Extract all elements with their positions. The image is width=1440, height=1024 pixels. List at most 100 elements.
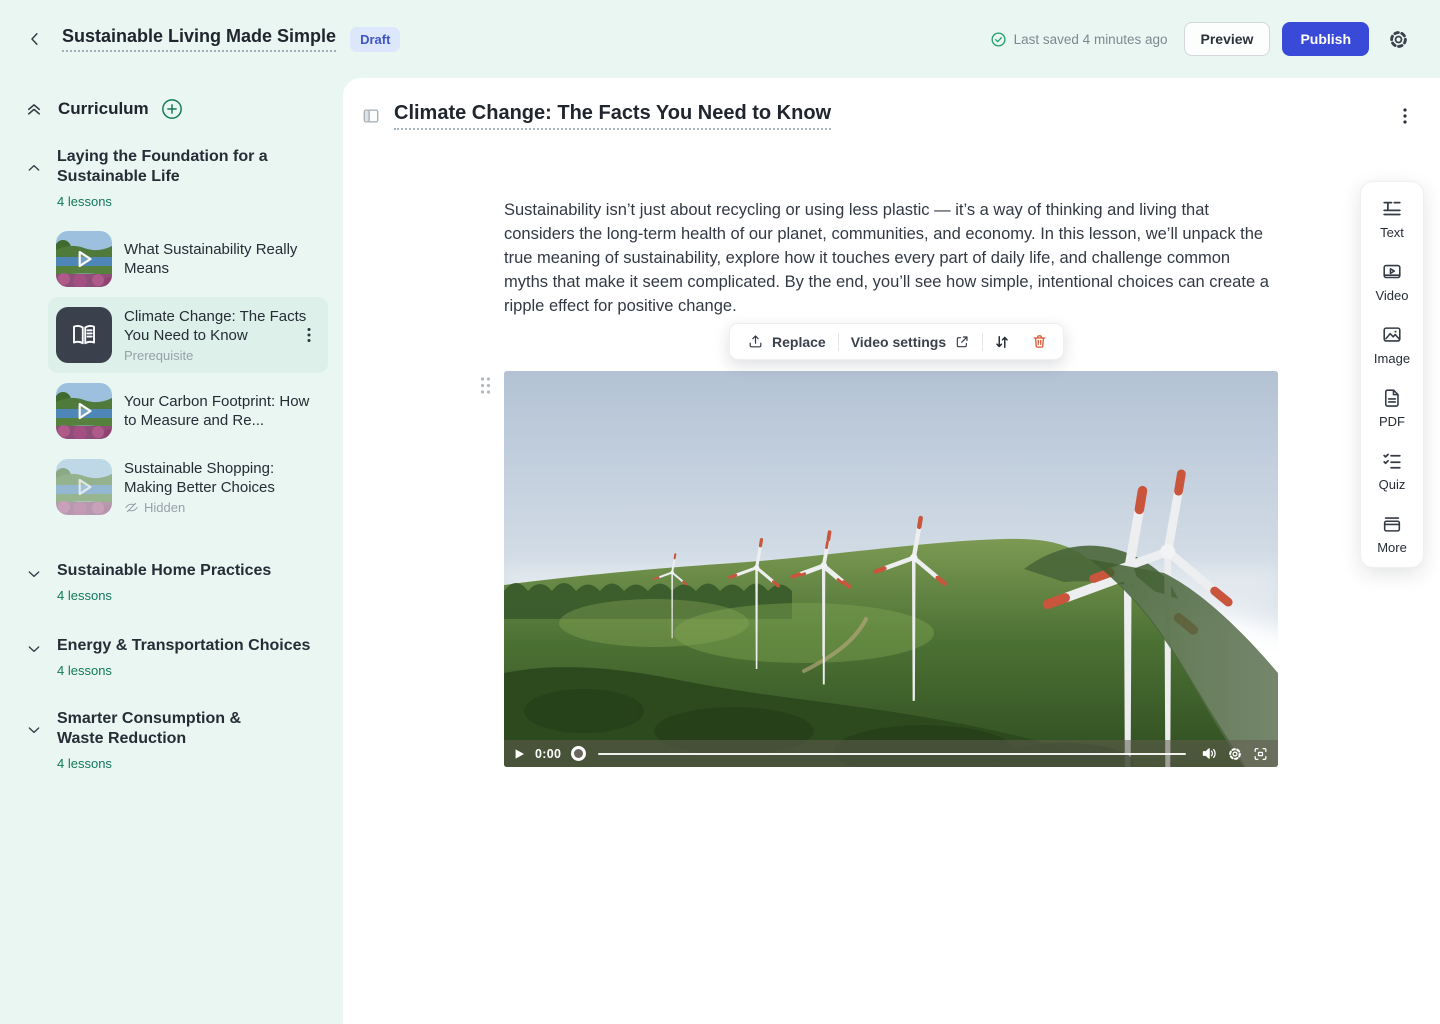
video-controls: 0:00 — [504, 740, 1278, 767]
delete-block-button[interactable] — [1021, 324, 1058, 359]
expand-section-button[interactable] — [24, 639, 44, 659]
add-video-block-button[interactable]: Video — [1375, 261, 1408, 303]
chevron-up-icon — [26, 160, 42, 176]
lesson-item-hidden[interactable]: Sustainable Shopping: Making Better Choi… — [48, 449, 328, 525]
eye-off-icon — [124, 500, 139, 515]
double-chevron-up-icon — [25, 100, 43, 118]
scrubber-handle[interactable] — [570, 745, 587, 762]
volume-button[interactable] — [1201, 746, 1218, 761]
add-text-block-button[interactable]: Text — [1380, 198, 1404, 240]
grip-dots-icon — [479, 376, 492, 395]
more-blocks-icon — [1381, 513, 1403, 535]
player-settings-button[interactable] — [1227, 746, 1243, 762]
play-icon — [513, 747, 526, 761]
lesson-thumbnail — [56, 459, 112, 515]
panel-left-icon — [361, 106, 381, 126]
lesson-page-title[interactable]: Climate Change: The Facts You Need to Kn… — [394, 102, 831, 130]
video-settings-button[interactable]: Video settings — [839, 324, 982, 359]
course-title[interactable]: Sustainable Living Made Simple — [62, 26, 336, 52]
current-time: 0:00 — [535, 747, 561, 761]
section-lesson-count: 4 lessons — [57, 663, 323, 678]
progress-track[interactable] — [598, 753, 1186, 755]
section-lesson-count: 4 lessons — [57, 588, 323, 603]
image-block-icon — [1381, 324, 1403, 346]
add-pdf-block-button[interactable]: PDF — [1379, 387, 1405, 429]
palette-item-label: More — [1377, 540, 1407, 555]
kebab-vertical-icon — [302, 327, 316, 343]
text-block-icon — [1381, 198, 1403, 220]
lesson-meta: Hidden — [124, 500, 320, 515]
publish-button[interactable]: Publish — [1282, 22, 1369, 56]
collapse-section-button[interactable] — [24, 158, 44, 178]
gear-icon — [1387, 28, 1410, 51]
lesson-item[interactable]: What Sustainability Really Means — [48, 221, 328, 297]
lesson-title: What Sustainability Really Means — [124, 240, 320, 278]
curriculum-section: Smarter Consumption & Waste Reduction 4 … — [0, 709, 343, 771]
lesson-title: Your Carbon Footprint: How to Measure an… — [124, 392, 320, 430]
lesson-thumbnail — [56, 231, 112, 287]
lesson-intro-paragraph[interactable]: Sustainability isn’t just about recyclin… — [504, 198, 1270, 318]
back-button[interactable] — [22, 26, 48, 52]
video-block-toolbar: Replace Video settings — [729, 323, 1064, 360]
move-block-button[interactable] — [983, 324, 1021, 359]
palette-item-label: Video — [1375, 288, 1408, 303]
section-title[interactable]: Energy & Transportation Choices — [57, 636, 323, 656]
chevron-down-icon — [26, 722, 42, 738]
preview-button[interactable]: Preview — [1184, 22, 1271, 56]
book-open-icon — [69, 320, 99, 350]
plus-circle-icon — [161, 98, 183, 120]
lesson-item[interactable]: Your Carbon Footprint: How to Measure an… — [48, 373, 328, 449]
video-settings-label: Video settings — [851, 334, 946, 350]
status-badge: Draft — [350, 27, 400, 52]
video-frame-wind-turbines — [504, 371, 1278, 767]
drag-handle[interactable] — [476, 373, 495, 398]
play-icon — [56, 459, 112, 515]
curriculum-section: Laying the Foundation for a Sustainable … — [0, 147, 343, 209]
toggle-sidebar-button[interactable] — [361, 106, 381, 126]
fullscreen-button[interactable] — [1252, 746, 1269, 762]
section-title[interactable]: Laying the Foundation for a Sustainable … — [57, 147, 323, 187]
expand-section-button[interactable] — [24, 564, 44, 584]
lesson-title: Sustainable Shopping: Making Better Choi… — [124, 459, 320, 497]
save-status: Last saved 4 minutes ago — [990, 31, 1168, 48]
section-lesson-count: 4 lessons — [57, 194, 323, 209]
block-palette: Text Video Image PDF Quiz More — [1360, 181, 1424, 568]
play-icon — [56, 231, 112, 287]
more-blocks-button[interactable]: More — [1377, 513, 1407, 555]
curriculum-title: Curriculum — [58, 99, 149, 119]
add-quiz-block-button[interactable]: Quiz — [1379, 450, 1406, 492]
lesson-meta-text: Hidden — [144, 500, 185, 515]
video-block-icon — [1381, 261, 1403, 283]
expand-section-button[interactable] — [24, 720, 44, 740]
lesson-header: Climate Change: The Facts You Need to Kn… — [361, 102, 1416, 130]
arrows-down-up-icon — [993, 333, 1011, 351]
lesson-editor: Climate Change: The Facts You Need to Kn… — [343, 78, 1440, 1024]
lesson-menu-button[interactable] — [298, 323, 320, 347]
lesson-item-selected[interactable]: Climate Change: The Facts You Need to Kn… — [48, 297, 328, 373]
add-section-button[interactable] — [161, 98, 183, 120]
section-title[interactable]: Sustainable Home Practices — [57, 561, 323, 581]
lesson-list: What Sustainability Really Means Climate… — [48, 221, 328, 525]
palette-item-label: Quiz — [1379, 477, 1406, 492]
curriculum-sidebar: Curriculum Laying the Foundation for a S… — [0, 78, 343, 1024]
external-link-icon — [954, 334, 970, 350]
pdf-block-icon — [1381, 387, 1403, 409]
replace-video-button[interactable]: Replace — [735, 324, 838, 359]
video-player[interactable]: 0:00 — [504, 371, 1278, 767]
kebab-vertical-icon — [1398, 107, 1412, 125]
curriculum-header: Curriculum — [0, 98, 343, 120]
palette-item-label: PDF — [1379, 414, 1405, 429]
settings-button[interactable] — [1383, 24, 1414, 55]
chevron-down-icon — [26, 641, 42, 657]
save-status-text: Last saved 4 minutes ago — [1014, 32, 1168, 47]
section-title[interactable]: Smarter Consumption & Waste Reduction — [57, 709, 287, 749]
play-button[interactable] — [513, 747, 526, 761]
replace-label: Replace — [772, 334, 826, 350]
chevron-left-icon — [26, 30, 44, 48]
lesson-options-button[interactable] — [1394, 103, 1416, 129]
fullscreen-icon — [1252, 746, 1269, 762]
add-image-block-button[interactable]: Image — [1374, 324, 1410, 366]
collapse-all-button[interactable] — [25, 100, 43, 118]
trash-icon — [1031, 333, 1048, 350]
lesson-thumbnail — [56, 383, 112, 439]
